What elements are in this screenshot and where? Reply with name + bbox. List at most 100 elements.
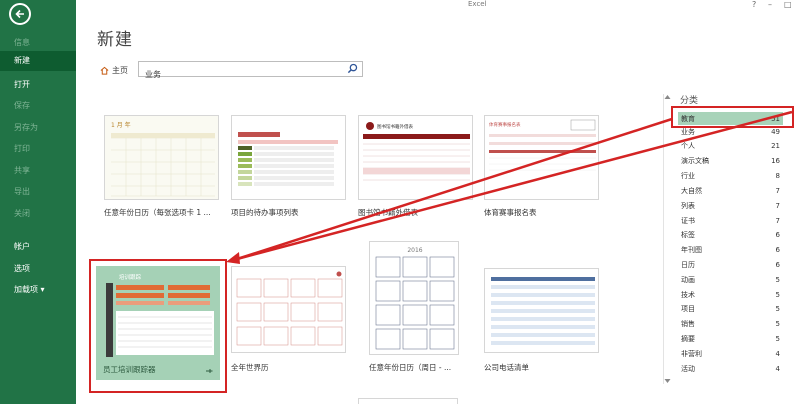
template-tile-world-calendar[interactable] (231, 266, 346, 353)
sidebar-item-account[interactable]: 帐户 (14, 241, 30, 252)
excel-backstage: 信息 新建 打开 保存 另存为 打印 共享 导出 关闭 帐户 选项 加载项 ▾ … (0, 0, 796, 404)
scroll-up-icon[interactable] (664, 94, 671, 100)
category-name: 个人 (681, 141, 695, 150)
category-item[interactable]: 动画 5 (678, 273, 783, 286)
cal-thumb-title: 1 月 年 (111, 121, 131, 129)
category-item[interactable]: 日历 6 (678, 258, 783, 271)
template-label-phone-list[interactable]: 公司电话清单 (484, 362, 529, 373)
library-thumbnail: 图书馆书籍外借表 (363, 122, 470, 181)
category-count: 5 (775, 304, 780, 313)
category-name: 列表 (681, 201, 695, 210)
home-link[interactable]: 主页 (100, 65, 128, 76)
template-tile-phone-list[interactable] (484, 268, 599, 353)
sports-thumb-title: 体育赛事报名表 (489, 121, 521, 128)
template-label-world-calendar[interactable]: 全年世界历 (231, 362, 269, 373)
category-item[interactable]: 摘要 5 (678, 332, 783, 345)
category-count: 8 (775, 171, 780, 180)
category-count: 5 (775, 334, 780, 343)
category-item[interactable]: 列表 7 (678, 199, 783, 212)
todo-thumbnail (238, 132, 338, 186)
sports-thumbnail: 体育赛事报名表 (489, 119, 596, 171)
sidebar-item-new[interactable]: 新建 (0, 51, 76, 71)
template-label-calendar-tabs[interactable]: 任意年份日历（每张选项卡 1 ... (104, 207, 211, 218)
category-item[interactable]: 非营利 4 (678, 347, 783, 360)
category-highlight-box (671, 106, 794, 128)
home-icon (100, 66, 109, 75)
sidebar-item-save[interactable]: 保存 (14, 100, 30, 111)
category-name: 标签 (681, 230, 695, 239)
category-name: 动画 (681, 275, 695, 284)
category-item[interactable]: 证书 7 (678, 214, 783, 227)
sidebar-item-save-as[interactable]: 另存为 (14, 122, 38, 133)
sidebar-item-addins[interactable]: 加载项 ▾ (14, 284, 45, 295)
category-name: 证书 (681, 216, 695, 225)
category-count: 7 (775, 216, 780, 225)
backstage-sidebar: 信息 新建 打开 保存 另存为 打印 共享 导出 关闭 帐户 选项 加载项 ▾ (0, 0, 76, 404)
category-item[interactable]: 技术 5 (678, 288, 783, 301)
category-item[interactable]: 个人 21 (678, 139, 783, 152)
category-name: 业务 (681, 127, 695, 136)
sidebar-item-export[interactable]: 导出 (14, 186, 30, 197)
category-item[interactable]: 项目 5 (678, 302, 783, 315)
category-item[interactable]: 销售 5 (678, 317, 783, 330)
category-count: 7 (775, 201, 780, 210)
category-count: 6 (775, 230, 780, 239)
category-count: 4 (775, 364, 780, 373)
category-count: 5 (775, 290, 780, 299)
phone-list-thumbnail (491, 277, 595, 345)
category-count: 6 (775, 245, 780, 254)
category-item[interactable]: 活动 4 (678, 362, 783, 375)
category-name: 摘要 (681, 334, 695, 343)
template-tile-library-loan[interactable]: 图书馆书籍外借表 (358, 115, 473, 200)
category-scrollbar[interactable] (663, 94, 671, 384)
home-label: 主页 (112, 66, 128, 75)
category-name: 非营利 (681, 349, 702, 358)
category-name: 年刊图 (681, 245, 702, 254)
sidebar-item-options[interactable]: 选项 (14, 263, 30, 274)
category-count: 5 (775, 275, 780, 284)
search-icon[interactable] (347, 63, 358, 74)
category-item[interactable]: 年刊图 6 (678, 243, 783, 256)
category-count: 49 (771, 127, 780, 136)
sidebar-item-info[interactable]: 信息 (14, 37, 30, 48)
category-item[interactable]: 标签 6 (678, 228, 783, 241)
sidebar-item-close[interactable]: 关闭 (14, 208, 30, 219)
category-count: 16 (771, 156, 780, 165)
template-label-sports-signup[interactable]: 体育赛事报名表 (484, 207, 537, 218)
template-search-box[interactable] (138, 61, 363, 82)
template-tile-calendar-tabs[interactable]: 1 月 年 (104, 115, 219, 200)
sidebar-item-share[interactable]: 共享 (14, 165, 30, 176)
restore-button[interactable]: □ (784, 0, 792, 9)
search-input[interactable] (139, 67, 339, 82)
category-heading: 分类 (680, 96, 699, 106)
template-tile-calendar-sunday[interactable]: 2016 (369, 241, 459, 355)
minimize-button[interactable]: – (768, 0, 772, 9)
help-button[interactable]: ? (752, 0, 756, 9)
library-thumb-title: 图书馆书籍外借表 (377, 123, 413, 130)
template-label-library-loan[interactable]: 图书馆书籍外借表 (358, 207, 418, 218)
template-tile-todo-list[interactable] (231, 115, 346, 200)
template-label-todo-list[interactable]: 项目的待办事项列表 (231, 207, 299, 218)
category-name: 技术 (681, 290, 695, 299)
page-title: 新建 (97, 30, 133, 50)
category-item[interactable]: 行业 8 (678, 169, 783, 182)
calendar-year: 2016 (407, 247, 422, 254)
category-count: 4 (775, 349, 780, 358)
world-calendar-thumbnail (236, 271, 343, 346)
category-item[interactable]: 演示文稿 16 (678, 154, 783, 167)
category-name: 大自然 (681, 186, 702, 195)
sidebar-item-open[interactable]: 打开 (14, 79, 30, 90)
template-label-calendar-sunday[interactable]: 任意年份日历（周日 - ... (369, 362, 451, 373)
category-count: 7 (775, 186, 780, 195)
category-item[interactable]: 大自然 7 (678, 184, 783, 197)
category-name: 行业 (681, 171, 695, 180)
template-tile-partial[interactable] (358, 398, 458, 404)
back-button[interactable] (9, 3, 31, 25)
sidebar-item-print[interactable]: 打印 (14, 143, 30, 154)
category-count: 21 (771, 141, 780, 150)
back-arrow-icon (15, 9, 24, 19)
template-tile-sports-signup[interactable]: 体育赛事报名表 (484, 115, 599, 200)
scroll-down-icon[interactable] (664, 378, 671, 384)
category-name: 项目 (681, 304, 695, 313)
app-title: Excel (468, 0, 487, 8)
